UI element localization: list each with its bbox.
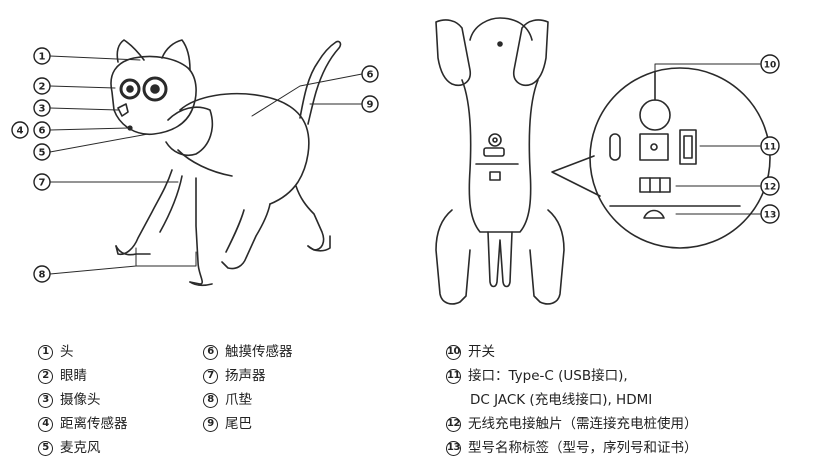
legend-badge: 6	[203, 344, 218, 360]
callout-9: 9	[367, 100, 374, 111]
callout-8: 8	[39, 270, 46, 281]
legend-label: 尾巴	[225, 416, 252, 432]
legend-item-2: 2 眼睛	[38, 364, 128, 388]
legend-label: 麦克风	[60, 440, 101, 456]
callout-5: 5	[39, 148, 46, 159]
legend-item-6: 6 触摸传感器	[203, 340, 293, 364]
legend-item-9: 9 尾巴	[203, 412, 293, 436]
legend-label: 触摸传感器	[225, 344, 293, 360]
legend-label: 摄像头	[60, 392, 101, 408]
legend-badge: 7	[203, 368, 218, 384]
legend-badge: 2	[38, 368, 53, 384]
legend-badge: 12	[446, 416, 461, 432]
callout-2: 2	[39, 82, 46, 93]
legend-item-8: 8 爪垫	[203, 388, 293, 412]
legend-item-4: 4 距离传感器	[38, 412, 128, 436]
legend-badge: 9	[203, 416, 218, 432]
legend-item-13: 13 型号名称标签（型号，序列号和证书）	[446, 436, 698, 460]
cat-side-view	[110, 39, 342, 287]
legend-item-5: 5 麦克风	[38, 436, 128, 460]
legend-item-3: 3 摄像头	[38, 388, 128, 412]
legend-label-line2: DC JACK (充电线接口), HDMI	[470, 392, 653, 408]
cat-bottom-view	[435, 17, 565, 305]
callout-7: 7	[39, 178, 46, 189]
legend-column-2: 6 触摸传感器 7 扬声器 8 爪垫 9 尾巴	[203, 340, 293, 436]
callout-10: 10	[764, 61, 777, 71]
callout-6-right: 6	[367, 70, 374, 81]
callout-13: 13	[764, 211, 777, 221]
callout-4: 4	[17, 126, 24, 137]
legend-badge: 13	[446, 440, 461, 456]
legend-label: 爪垫	[225, 392, 252, 408]
callout-1: 1	[39, 52, 46, 63]
legend-item-1: 1头	[38, 340, 128, 364]
legend-item-11: 11 接口：Type-C (USB接口),	[446, 364, 698, 388]
legend-item-12: 12 无线充电接触片（需连接充电桩使用）	[446, 412, 698, 436]
legend-label: 接口：Type-C (USB接口),	[468, 368, 628, 384]
legend-label: 距离传感器	[60, 416, 128, 432]
callout-12: 12	[764, 183, 777, 193]
legend-column-1: 1头 2 眼睛 3 摄像头 4 距离传感器 5 麦克风	[38, 340, 128, 460]
robot-cat-diagram: 1 2 3 4 6 5 7 8 6 9 10 11 12 13	[11, 17, 780, 305]
legend-badge: 1	[38, 344, 53, 360]
callout-6-left: 6	[39, 126, 46, 137]
legend-badge: 5	[38, 440, 53, 456]
legend-column-3: 10 开关 11 接口：Type-C (USB接口), DC JACK (充电线接口…	[446, 340, 698, 460]
legend-label: 扬声器	[225, 368, 266, 384]
legend-badge: 8	[203, 392, 218, 408]
callout-11: 11	[764, 143, 777, 153]
legend-badge: 10	[446, 344, 461, 360]
legend-item-7: 7 扬声器	[203, 364, 293, 388]
legend-label: 型号名称标签（型号，序列号和证书）	[468, 440, 698, 456]
legend-label: 开关	[468, 344, 495, 360]
callout-3: 3	[39, 104, 46, 115]
legend-label: 无线充电接触片（需连接充电桩使用）	[468, 416, 698, 432]
legend-badge: 3	[38, 392, 53, 408]
legend-badge: 11	[446, 368, 461, 384]
detail-zoom-circle	[551, 67, 771, 249]
legend-item-11-continued: DC JACK (充电线接口), HDMI	[446, 388, 698, 412]
legend-label: 眼睛	[60, 368, 87, 384]
legend-label: 头	[60, 344, 74, 360]
legend-item-10: 10 开关	[446, 340, 698, 364]
legend-badge: 4	[38, 416, 53, 432]
